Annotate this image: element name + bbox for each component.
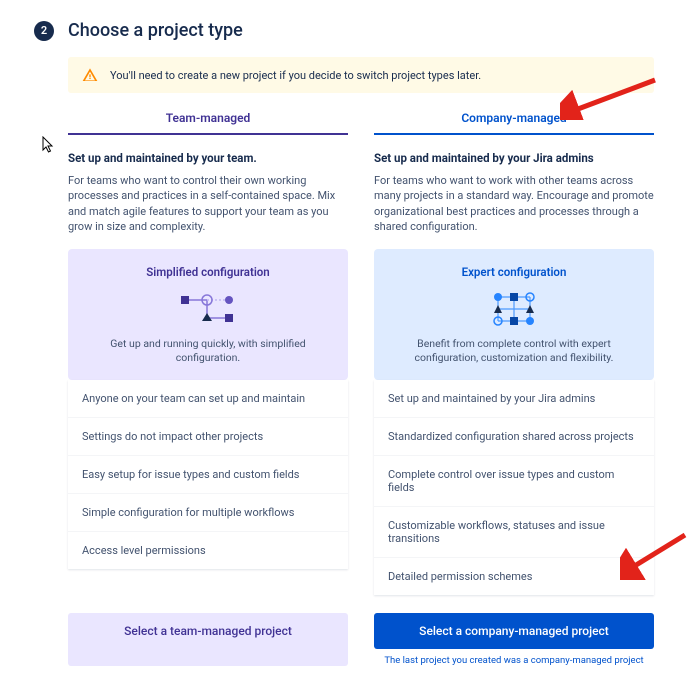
company-heading: Set up and maintained by your Jira admin…: [374, 151, 654, 165]
company-config-icon: [388, 289, 640, 329]
last-project-note: The last project you created was a compa…: [374, 655, 654, 666]
step-number-badge: 2: [34, 21, 54, 41]
company-description: For teams who want to work with other te…: [374, 173, 654, 235]
step-header: 2 Choose a project type: [34, 20, 654, 41]
team-config-title: Simplified configuration: [82, 265, 334, 279]
team-feature-list: Anyone on your team can set up and maint…: [68, 380, 348, 569]
select-company-managed-button[interactable]: Select a company-managed project: [374, 613, 654, 649]
list-item: Standardized configuration shared across…: [374, 418, 654, 456]
list-item: Access level permissions: [68, 532, 348, 569]
tab-company-managed[interactable]: Company-managed: [374, 111, 654, 135]
team-config-card: Simplified configuration Get up and: [68, 249, 348, 380]
company-feature-list: Set up and maintained by your Jira admin…: [374, 380, 654, 595]
list-item: Easy setup for issue types and custom fi…: [68, 456, 348, 494]
info-banner: You'll need to create a new project if y…: [68, 57, 654, 93]
list-item: Detailed permission schemes: [374, 558, 654, 595]
warning-icon: [82, 67, 98, 83]
banner-text: You'll need to create a new project if y…: [110, 69, 481, 82]
tab-team-managed[interactable]: Team-managed: [68, 111, 348, 135]
column-company: Set up and maintained by your Jira admin…: [374, 151, 654, 595]
team-config-icon: [82, 289, 334, 329]
company-config-subtitle: Benefit from complete control with exper…: [388, 337, 640, 366]
list-item: Set up and maintained by your Jira admin…: [374, 380, 654, 418]
company-config-card: Expert configuration: [374, 249, 654, 380]
list-item: Customizable workflows, statuses and iss…: [374, 507, 654, 558]
team-description: For teams who want to control their own …: [68, 173, 348, 235]
column-team: Set up and maintained by your team. For …: [68, 151, 348, 595]
company-config-title: Expert configuration: [388, 265, 640, 279]
tabs: Team-managed Company-managed: [68, 111, 654, 135]
list-item: Complete control over issue types and cu…: [374, 456, 654, 507]
page-title: Choose a project type: [68, 20, 243, 41]
list-item: Simple configuration for multiple workfl…: [68, 494, 348, 532]
list-item: Anyone on your team can set up and maint…: [68, 380, 348, 418]
list-item: Settings do not impact other projects: [68, 418, 348, 456]
team-heading: Set up and maintained by your team.: [68, 151, 348, 165]
team-config-subtitle: Get up and running quickly, with simplif…: [82, 337, 334, 366]
